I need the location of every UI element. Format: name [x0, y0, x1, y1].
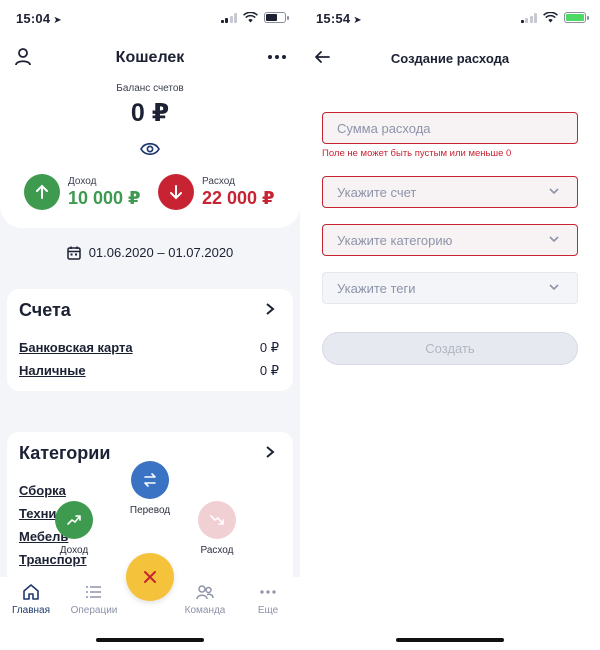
tags-placeholder: Укажите теги — [337, 280, 416, 296]
expense-arrow-icon — [158, 174, 194, 210]
tab-operations[interactable]: Операции — [64, 583, 124, 616]
status-bar: 15:54 ➤ — [300, 0, 600, 36]
account-select[interactable]: Укажите счет — [322, 176, 578, 208]
transfer-button[interactable] — [131, 461, 169, 499]
expense-label: Расход — [202, 175, 235, 187]
wallet-screen: 15:04 ➤ Кошелек Баланс счетов 0 ₽ Доход 1… — [0, 0, 300, 650]
location-arrow-icon: ➤ — [353, 15, 362, 26]
status-bar: 15:04 ➤ — [0, 0, 300, 36]
amount-error: Поле не может быть пустым или меньше 0 — [322, 148, 512, 159]
categories-title: Категории — [19, 443, 111, 463]
tab-team-label: Команда — [184, 605, 226, 616]
status-time: 15:54 — [316, 11, 351, 26]
chevron-right-icon[interactable] — [263, 445, 277, 459]
close-fab-button[interactable] — [126, 553, 174, 601]
accounts-title: Счета — [19, 300, 71, 320]
expense-value: 22 000 ₽ — [202, 187, 275, 208]
accounts-card: Счета Банковская карта 0 ₽ Наличные 0 ₽ — [7, 289, 293, 391]
header: Кошелек — [0, 44, 300, 72]
account-placeholder: Укажите счет — [337, 184, 417, 200]
tab-more-label: Еще — [257, 605, 279, 616]
eye-icon[interactable] — [140, 141, 160, 157]
more-icon[interactable] — [266, 46, 288, 68]
battery-icon — [264, 12, 289, 23]
account-name[interactable]: Наличные — [19, 363, 86, 379]
expense-summary[interactable]: Расход 22 000 ₽ — [158, 174, 275, 210]
income-summary[interactable]: Доход 10 000 ₽ — [24, 174, 141, 210]
signal-icon — [520, 12, 537, 23]
status-time: 15:04 — [16, 11, 51, 26]
category-select[interactable]: Укажите категорию — [322, 224, 578, 256]
period-text: 01.06.2020 – 01.07.2020 — [88, 245, 234, 260]
home-icon — [23, 584, 39, 600]
close-icon — [144, 571, 156, 583]
tab-home-label: Главная — [11, 605, 51, 616]
transfer-icon — [144, 473, 156, 487]
account-row[interactable]: Наличные 0 ₽ — [19, 363, 279, 379]
battery-charging-icon — [564, 12, 589, 23]
amount-placeholder: Сумма расхода — [337, 120, 431, 136]
calendar-icon — [66, 246, 81, 260]
account-row[interactable]: Банковская карта 0 ₽ — [19, 340, 279, 356]
home-indicator — [96, 638, 204, 642]
account-name[interactable]: Банковская карта — [19, 340, 133, 356]
income-value: 10 000 ₽ — [68, 187, 141, 208]
tab-more[interactable]: Еще — [238, 583, 298, 616]
tab-home[interactable]: Главная — [1, 583, 61, 616]
account-value: 0 ₽ — [259, 363, 279, 378]
expense-fab-label: Расход — [200, 545, 234, 556]
chevron-down-icon — [549, 284, 559, 291]
location-arrow-icon: ➤ — [53, 15, 62, 26]
trend-down-icon — [210, 515, 224, 525]
amount-input[interactable]: Сумма расхода — [322, 112, 578, 144]
list-icon — [86, 586, 101, 598]
tab-team[interactable]: Команда — [175, 583, 235, 616]
balance-label: Баланс счетов — [116, 83, 184, 94]
income-label: Доход — [68, 175, 97, 187]
expense-fab-button[interactable] — [198, 501, 236, 539]
income-fab-label: Доход — [59, 545, 89, 556]
header: Создание расхода — [300, 44, 600, 72]
create-button[interactable]: Создать — [322, 332, 578, 365]
page-title: Кошелек — [115, 49, 185, 66]
trend-up-icon — [67, 515, 81, 525]
tags-select[interactable]: Укажите теги — [322, 272, 578, 304]
chevron-down-icon — [549, 236, 559, 243]
transfer-label: Перевод — [129, 505, 171, 516]
period-selector[interactable]: 01.06.2020 – 01.07.2020 — [0, 245, 300, 260]
wifi-icon — [543, 12, 558, 23]
signal-icon — [220, 12, 237, 23]
chevron-down-icon — [549, 188, 559, 195]
wifi-icon — [243, 12, 258, 23]
account-value: 0 ₽ — [259, 340, 279, 355]
income-arrow-icon — [24, 174, 60, 210]
more-dots-icon — [260, 590, 276, 594]
team-icon — [196, 585, 214, 600]
home-indicator — [396, 638, 504, 642]
page-title: Создание расхода — [390, 51, 510, 66]
create-expense-screen: 15:54 ➤ Создание расхода Сумма расхода По… — [300, 0, 600, 650]
income-fab-button[interactable] — [55, 501, 93, 539]
category-name[interactable]: Сборка — [19, 483, 66, 498]
tab-operations-label: Операции — [70, 605, 118, 616]
chevron-right-icon[interactable] — [263, 302, 277, 316]
balance-value: 0 ₽ — [130, 99, 170, 127]
category-placeholder: Укажите категорию — [337, 232, 453, 248]
category-name[interactable]: Техни — [19, 506, 56, 521]
